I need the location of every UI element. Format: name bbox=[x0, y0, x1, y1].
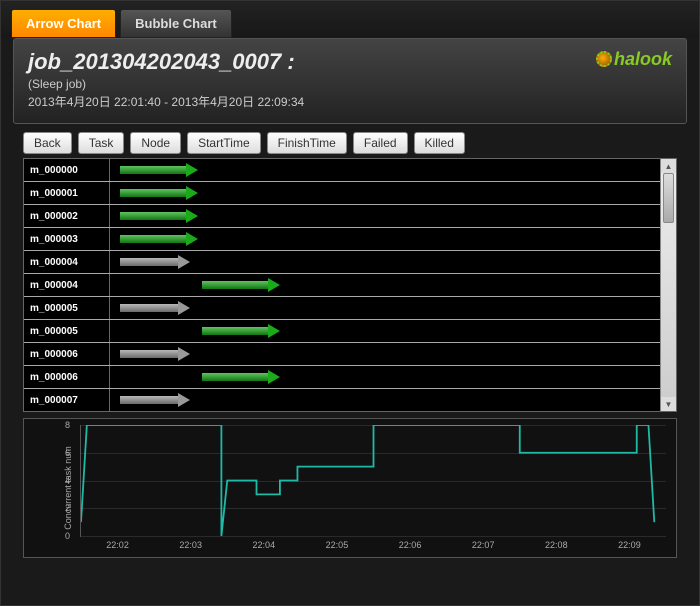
node-button[interactable]: Node bbox=[130, 132, 181, 154]
arrow-head-icon bbox=[186, 209, 198, 223]
chart-xtick: 22:09 bbox=[618, 540, 641, 550]
arrow-head-icon bbox=[178, 393, 190, 407]
task-arrow bbox=[120, 350, 180, 358]
job-header: halook job_201304202043_0007 : (Sleep jo… bbox=[13, 38, 687, 124]
logo-icon bbox=[596, 51, 612, 67]
tab-bubble-chart[interactable]: Bubble Chart bbox=[120, 9, 232, 38]
task-label: m_000006 bbox=[24, 343, 110, 365]
task-row: m_000000 bbox=[24, 159, 660, 182]
arrow-head-icon bbox=[178, 347, 190, 361]
task-row: m_000003 bbox=[24, 228, 660, 251]
task-row: m_000004 bbox=[24, 251, 660, 274]
task-row: m_000006 bbox=[24, 343, 660, 366]
chart-ytick: 0 bbox=[65, 531, 70, 541]
chart-ytick: 6 bbox=[65, 448, 70, 458]
job-time-range: 2013年4月20日 22:01:40 - 2013年4月20日 22:09:3… bbox=[28, 93, 672, 111]
scroll-down-icon[interactable]: ▼ bbox=[661, 397, 676, 411]
chart-ytick: 2 bbox=[65, 503, 70, 513]
finishtime-button[interactable]: FinishTime bbox=[267, 132, 347, 154]
task-arrow bbox=[202, 373, 270, 381]
task-arrow bbox=[120, 396, 180, 404]
task-label: m_000000 bbox=[24, 159, 110, 181]
arrow-gantt: m_000000m_000001m_000002m_000003m_000004… bbox=[23, 158, 677, 412]
task-label: m_000005 bbox=[24, 297, 110, 319]
chart-xtick: 22:05 bbox=[326, 540, 349, 550]
task-label: m_000006 bbox=[24, 366, 110, 388]
killed-button[interactable]: Killed bbox=[414, 132, 465, 154]
task-row: m_000004 bbox=[24, 274, 660, 297]
chart-ytick: 4 bbox=[65, 476, 70, 486]
task-row: m_000001 bbox=[24, 182, 660, 205]
concurrent-chart: Concurrent task num 0 2 4 6 8 22:02 22:03 22:04… bbox=[23, 418, 677, 558]
chart-ylabel: Concurrent task num bbox=[63, 446, 73, 530]
task-label: m_000001 bbox=[24, 182, 110, 204]
chart-xtick: 22:02 bbox=[106, 540, 129, 550]
arrow-head-icon bbox=[186, 186, 198, 200]
chart-xtick: 22:03 bbox=[179, 540, 202, 550]
failed-button[interactable]: Failed bbox=[353, 132, 408, 154]
task-row: m_000002 bbox=[24, 205, 660, 228]
task-label: m_000007 bbox=[24, 389, 110, 411]
task-row: m_000005 bbox=[24, 320, 660, 343]
task-arrow bbox=[120, 166, 188, 174]
task-arrow bbox=[202, 281, 270, 289]
job-title: job_201304202043_0007 : bbox=[28, 49, 672, 75]
tab-arrow-chart[interactable]: Arrow Chart bbox=[11, 9, 116, 38]
task-arrow bbox=[120, 212, 188, 220]
task-row: m_000007 bbox=[24, 389, 660, 411]
chart-ytick: 8 bbox=[65, 420, 70, 430]
task-arrow bbox=[202, 327, 270, 335]
app-logo: halook bbox=[596, 49, 672, 70]
arrow-head-icon bbox=[268, 324, 280, 338]
task-row: m_000006 bbox=[24, 366, 660, 389]
chart-xtick: 22:04 bbox=[253, 540, 276, 550]
task-label: m_000005 bbox=[24, 320, 110, 342]
arrow-head-icon bbox=[186, 163, 198, 177]
scroll-up-icon[interactable]: ▲ bbox=[661, 159, 676, 173]
chart-xtick: 22:07 bbox=[472, 540, 495, 550]
arrow-head-icon bbox=[178, 255, 190, 269]
task-arrow bbox=[120, 304, 180, 312]
task-button[interactable]: Task bbox=[78, 132, 125, 154]
arrow-head-icon bbox=[186, 232, 198, 246]
task-label: m_000002 bbox=[24, 205, 110, 227]
chart-xtick: 22:08 bbox=[545, 540, 568, 550]
arrow-head-icon bbox=[268, 278, 280, 292]
task-row: m_000005 bbox=[24, 297, 660, 320]
job-subtitle: (Sleep job) bbox=[28, 75, 672, 93]
arrow-head-icon bbox=[268, 370, 280, 384]
task-label: m_000004 bbox=[24, 274, 110, 296]
vertical-scrollbar[interactable]: ▲ ▼ bbox=[660, 159, 676, 411]
task-label: m_000004 bbox=[24, 251, 110, 273]
scroll-thumb[interactable] bbox=[663, 173, 674, 223]
task-arrow bbox=[120, 235, 188, 243]
chart-xtick: 22:06 bbox=[399, 540, 422, 550]
arrow-head-icon bbox=[178, 301, 190, 315]
task-arrow bbox=[120, 189, 188, 197]
chart-line bbox=[81, 425, 666, 536]
starttime-button[interactable]: StartTime bbox=[187, 132, 261, 154]
task-label: m_000003 bbox=[24, 228, 110, 250]
task-arrow bbox=[120, 258, 180, 266]
back-button[interactable]: Back bbox=[23, 132, 72, 154]
